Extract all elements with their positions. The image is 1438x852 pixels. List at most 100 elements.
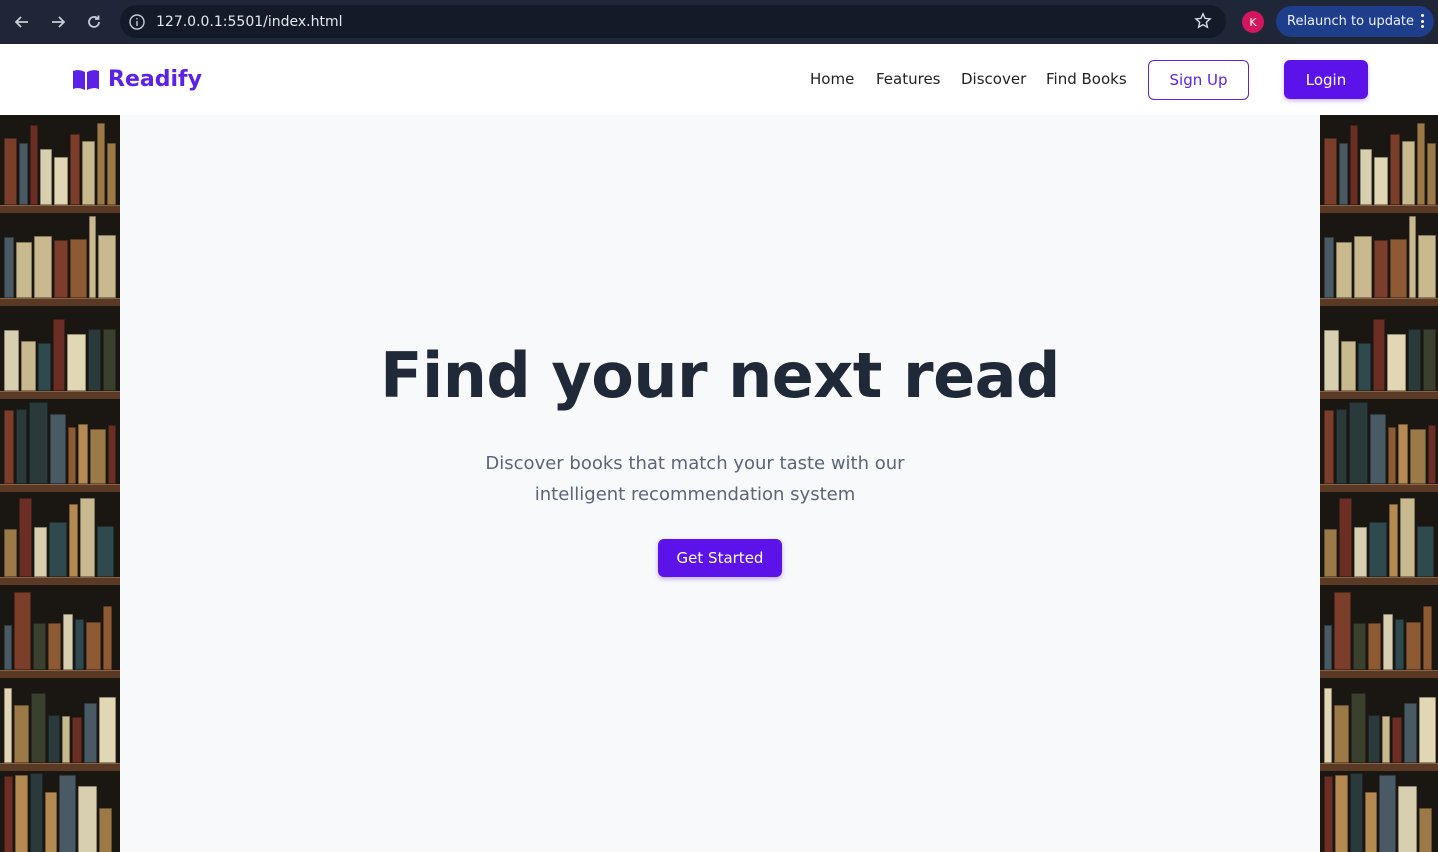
book-spine bbox=[4, 237, 14, 298]
book-spine bbox=[1404, 703, 1417, 763]
book-spine bbox=[108, 425, 116, 484]
login-button[interactable]: Login bbox=[1284, 60, 1368, 99]
book-spine bbox=[1395, 619, 1404, 670]
nav-home[interactable]: Home bbox=[810, 70, 854, 88]
book-spine bbox=[33, 623, 46, 670]
book-spine bbox=[68, 427, 76, 484]
book-spine bbox=[1354, 527, 1367, 577]
back-button[interactable] bbox=[4, 4, 40, 40]
shelf-row bbox=[1320, 115, 1438, 205]
get-started-button[interactable]: Get Started bbox=[658, 539, 782, 577]
book-spine bbox=[86, 622, 101, 670]
book-spine bbox=[1324, 688, 1332, 763]
book-spine bbox=[1333, 705, 1350, 763]
book-spine bbox=[1350, 773, 1363, 852]
brand-name: Readify bbox=[108, 67, 202, 92]
book-spine bbox=[59, 775, 76, 852]
book-spine bbox=[4, 410, 14, 484]
book-spine bbox=[29, 402, 48, 484]
url-text: 127.0.0.1:5501/index.html bbox=[156, 13, 343, 30]
book-spine bbox=[18, 143, 29, 205]
book-spine bbox=[48, 715, 60, 763]
book-spine bbox=[1368, 715, 1380, 763]
book-spine bbox=[1369, 522, 1387, 577]
book-spine bbox=[1419, 808, 1432, 852]
shelf-row bbox=[1320, 580, 1438, 670]
book-spine bbox=[1418, 235, 1436, 298]
nav-features[interactable]: Features bbox=[876, 70, 941, 88]
book-spine bbox=[1373, 319, 1385, 391]
shelf-row bbox=[1320, 301, 1438, 391]
book-spine bbox=[1379, 775, 1396, 852]
book-spine bbox=[107, 143, 116, 205]
book-spine bbox=[14, 592, 31, 670]
shelf-row bbox=[1320, 487, 1438, 577]
reload-button[interactable] bbox=[76, 4, 112, 40]
shelf-row bbox=[1320, 673, 1438, 763]
book-spine bbox=[1388, 427, 1396, 484]
book-spine bbox=[1351, 693, 1367, 763]
book-spine bbox=[4, 776, 13, 852]
book-spine bbox=[1410, 429, 1426, 484]
sign-up-button[interactable]: Sign Up bbox=[1148, 60, 1249, 100]
book-spine bbox=[1335, 775, 1348, 852]
profile-avatar[interactable]: K bbox=[1242, 11, 1264, 33]
book-spine bbox=[1423, 329, 1436, 391]
book-spine bbox=[1335, 242, 1352, 298]
forward-button[interactable] bbox=[40, 4, 76, 40]
book-spine bbox=[16, 409, 27, 484]
book-spine bbox=[98, 697, 116, 763]
book-spine bbox=[1353, 236, 1373, 298]
book-spine bbox=[45, 792, 57, 852]
book-spine bbox=[48, 623, 61, 670]
book-spine bbox=[1360, 149, 1372, 205]
book-spine bbox=[50, 414, 66, 484]
relaunch-button[interactable]: Relaunch to update bbox=[1276, 6, 1434, 37]
address-bar[interactable]: 127.0.0.1:5501/index.html bbox=[120, 5, 1226, 38]
shelf-row bbox=[0, 766, 120, 852]
book-spine bbox=[40, 149, 52, 205]
shelf-row bbox=[1320, 208, 1438, 298]
book-spine bbox=[53, 319, 65, 391]
nav-find-books[interactable]: Find Books bbox=[1046, 70, 1127, 88]
brand-logo[interactable]: Readify bbox=[72, 67, 202, 92]
book-spine bbox=[30, 125, 39, 205]
shelf-row bbox=[1320, 766, 1438, 852]
book-spine bbox=[1339, 498, 1352, 577]
book-spine bbox=[1389, 504, 1398, 577]
book-spine bbox=[1373, 157, 1389, 205]
book-spine bbox=[1349, 402, 1368, 484]
book-spine bbox=[1350, 125, 1359, 205]
book-spine bbox=[1391, 717, 1403, 763]
nav-discover[interactable]: Discover bbox=[961, 70, 1026, 88]
book-spine bbox=[34, 527, 47, 577]
book-spine bbox=[13, 705, 30, 763]
bookmark-star-icon[interactable] bbox=[1194, 12, 1212, 30]
reload-icon bbox=[88, 15, 100, 28]
hero-title: Find your next read bbox=[380, 339, 1060, 412]
site-info-icon[interactable] bbox=[128, 13, 146, 31]
book-spine bbox=[81, 141, 96, 205]
shelf-row bbox=[0, 115, 120, 205]
arrow-left-icon bbox=[14, 16, 28, 28]
book-spine bbox=[1358, 343, 1371, 391]
book-spine bbox=[1427, 143, 1436, 205]
book-spine bbox=[30, 773, 43, 852]
book-spine bbox=[99, 808, 112, 852]
book-spine bbox=[61, 716, 70, 763]
shelf-row bbox=[1320, 394, 1438, 484]
hero-subtitle: Discover books that match your taste wit… bbox=[485, 453, 905, 505]
more-menu-icon[interactable] bbox=[1420, 14, 1424, 28]
book-spine bbox=[1381, 716, 1390, 763]
book-spine bbox=[53, 157, 69, 205]
book-spine bbox=[1324, 776, 1333, 852]
book-spine bbox=[1374, 240, 1388, 298]
book-spine bbox=[80, 498, 95, 577]
book-spine bbox=[1324, 138, 1337, 205]
book-spine bbox=[1417, 123, 1426, 205]
book-spine bbox=[84, 703, 97, 763]
book-spine bbox=[1417, 526, 1434, 577]
book-spine bbox=[88, 216, 97, 298]
book-spine bbox=[1368, 623, 1381, 670]
book-spine bbox=[1336, 409, 1347, 484]
